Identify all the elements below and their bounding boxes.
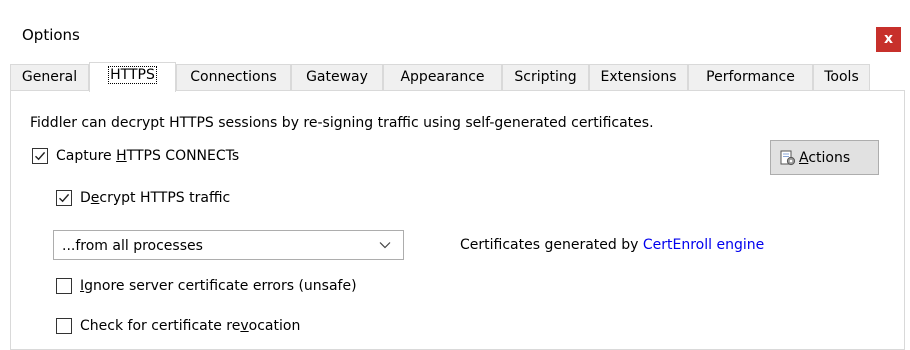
checkmark-icon <box>59 193 70 203</box>
process-filter-dropdown[interactable]: ...from all processes <box>53 230 404 260</box>
label-text: D <box>80 190 91 206</box>
label-text: ctions <box>808 150 851 166</box>
check-revocation-label: Check for certificate revocation <box>80 317 300 335</box>
https-description: Fiddler can decrypt HTTPS sessions by re… <box>30 115 654 131</box>
label-text: crypt HTTPS traffic <box>99 190 231 206</box>
checkbox-box[interactable] <box>56 318 72 334</box>
tab-label: Scripting <box>514 69 577 85</box>
process-filter-value: ...from all processes <box>62 238 203 254</box>
checkmark-icon <box>35 151 46 161</box>
ignore-cert-errors-label: Ignore server certificate errors (unsafe… <box>80 277 357 295</box>
tab-appearance[interactable]: Appearance <box>383 64 502 90</box>
checkbox-box[interactable] <box>56 190 72 206</box>
tab-label: Appearance <box>400 69 485 85</box>
label-text: gnore server certificate errors (unsafe) <box>84 278 357 294</box>
label-text: ocation <box>248 318 301 334</box>
tab-label: Extensions <box>600 69 677 85</box>
decrypt-https-traffic-label: Decrypt HTTPS traffic <box>80 189 230 207</box>
actions-label: Actions <box>799 149 850 167</box>
tab-label: Tools <box>824 69 859 85</box>
window-title: Options <box>22 26 80 44</box>
label-text: TTPS CONNECTs <box>126 148 240 164</box>
tab-extensions[interactable]: Extensions <box>589 64 688 90</box>
options-window: Options x General HTTPS Connections Gate… <box>0 0 910 350</box>
tab-scripting[interactable]: Scripting <box>502 64 589 90</box>
close-icon: x <box>883 31 894 47</box>
actions-button[interactable]: Actions <box>770 140 879 175</box>
certenroll-engine-link[interactable]: CertEnroll engine <box>643 237 764 253</box>
capture-https-connects-label: Capture HTTPS CONNECTs <box>56 147 239 165</box>
chevron-down-icon <box>379 242 391 249</box>
tab-general[interactable]: General <box>10 64 89 90</box>
access-key: H <box>116 148 127 164</box>
access-key: v <box>240 318 249 334</box>
checkbox-box[interactable] <box>56 278 72 294</box>
tab-label: HTTPS <box>108 66 157 84</box>
cert-info-text: Certificates generated by <box>460 237 643 253</box>
tab-https[interactable]: HTTPS <box>89 62 176 92</box>
checkbox-box[interactable] <box>32 148 48 164</box>
certificate-gear-icon <box>780 150 796 166</box>
tab-strip: General HTTPS Connections Gateway Appear… <box>10 62 870 92</box>
tab-connections[interactable]: Connections <box>176 64 291 90</box>
tab-label: General <box>21 69 78 85</box>
tab-label: Gateway <box>306 69 368 85</box>
access-key: A <box>799 150 809 166</box>
certificate-generator-info: Certificates generated by CertEnroll eng… <box>460 236 764 254</box>
tab-gateway[interactable]: Gateway <box>291 64 383 90</box>
tab-performance[interactable]: Performance <box>688 64 813 90</box>
tab-label: Performance <box>706 69 795 85</box>
label-text: Check for certificate re <box>80 318 241 334</box>
title-bar: Options x <box>0 0 910 58</box>
label-text: Capture <box>56 148 117 164</box>
close-button[interactable]: x <box>876 27 901 52</box>
tab-tools[interactable]: Tools <box>813 64 870 90</box>
tab-label: Connections <box>190 69 277 85</box>
